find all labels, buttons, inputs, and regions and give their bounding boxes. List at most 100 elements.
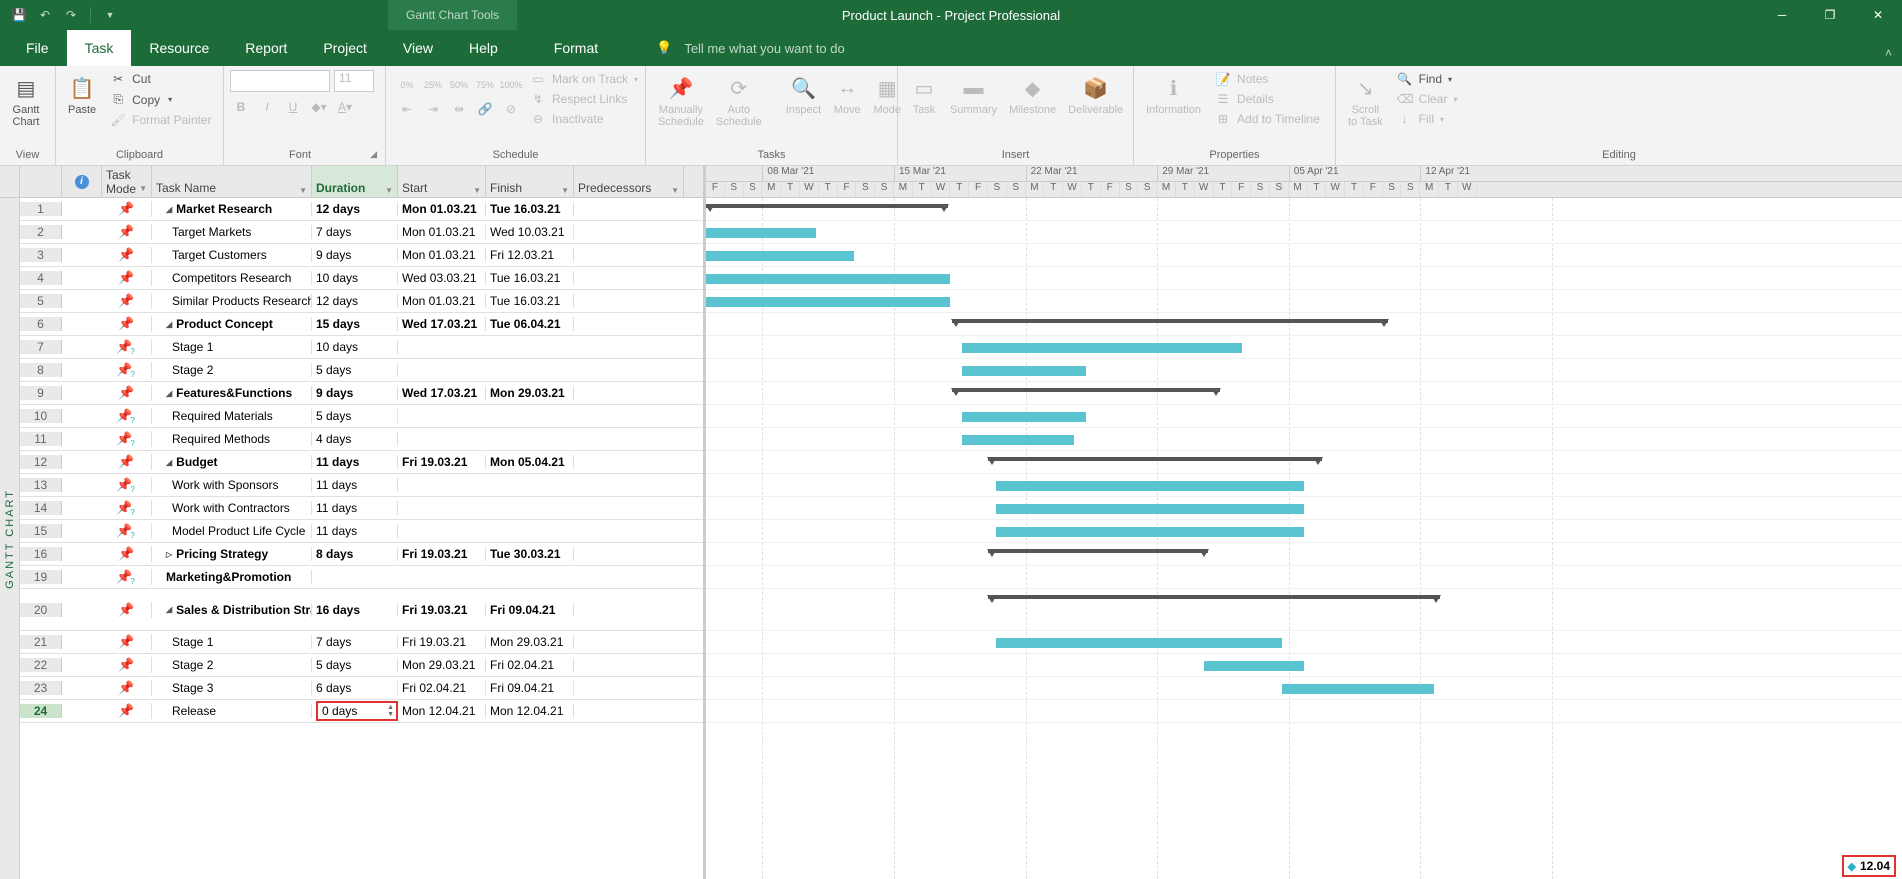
summary-bar[interactable] bbox=[952, 388, 1220, 392]
task-name-cell[interactable]: ◢Sales & Distribution Strategy bbox=[152, 603, 312, 617]
milestone-marker[interactable]: ◆12.04 bbox=[1842, 855, 1897, 877]
task-mode-cell[interactable]: 📌 bbox=[102, 247, 152, 263]
start-cell[interactable]: Fri 19.03.21 bbox=[398, 635, 486, 649]
mark-on-track-button[interactable]: ▭Mark on Track▾ bbox=[526, 70, 642, 88]
finish-cell[interactable]: Mon 05.04.21 bbox=[486, 455, 574, 469]
duration-cell[interactable]: 5 days bbox=[312, 658, 398, 672]
task-name-cell[interactable]: Work with Contractors bbox=[152, 501, 312, 515]
notes-button[interactable]: 📝Notes bbox=[1211, 70, 1324, 88]
row-number[interactable]: 22 bbox=[20, 658, 62, 672]
finish-cell[interactable]: Wed 10.03.21 bbox=[486, 225, 574, 239]
duration-cell[interactable]: 7 days bbox=[312, 225, 398, 239]
predecessors-column-header[interactable]: Predecessors▼ bbox=[574, 166, 684, 197]
row-number[interactable]: 19 bbox=[20, 570, 62, 584]
table-row[interactable]: 7📌Stage 110 days bbox=[20, 336, 703, 359]
duration-cell[interactable]: 11 days bbox=[312, 455, 398, 469]
row-number[interactable]: 1 bbox=[20, 202, 62, 216]
task-name-cell[interactable]: Work with Sponsors bbox=[152, 478, 312, 492]
deliverable-button[interactable]: 📦Deliverable bbox=[1062, 70, 1129, 120]
task-mode-cell[interactable]: 📌 bbox=[102, 703, 152, 719]
task-bar[interactable] bbox=[996, 527, 1304, 537]
duration-cell[interactable]: 5 days bbox=[312, 363, 398, 377]
pct-100-icon[interactable]: 100% bbox=[500, 74, 522, 96]
task-mode-cell[interactable]: 📌 bbox=[102, 454, 152, 470]
duration-cell[interactable]: 6 days bbox=[312, 681, 398, 695]
task-mode-cell[interactable]: 📌 bbox=[102, 316, 152, 332]
row-number[interactable]: 14 bbox=[20, 501, 62, 515]
outline-toggle-icon[interactable]: ◢ bbox=[166, 320, 172, 329]
tab-view[interactable]: View bbox=[385, 30, 451, 66]
duration-cell[interactable]: 7 days bbox=[312, 635, 398, 649]
task-mode-cell[interactable]: 📌 bbox=[102, 569, 152, 585]
summary-bar[interactable] bbox=[706, 204, 948, 208]
start-cell[interactable]: Mon 01.03.21 bbox=[398, 248, 486, 262]
task-bar[interactable] bbox=[706, 251, 854, 261]
task-bar[interactable] bbox=[706, 297, 950, 307]
duration-cell[interactable]: 16 days bbox=[312, 603, 398, 617]
outdent-icon[interactable]: ⇤ bbox=[396, 98, 418, 120]
tab-task[interactable]: Task bbox=[67, 30, 132, 66]
details-button[interactable]: ☰Details bbox=[1211, 90, 1324, 108]
duration-cell[interactable]: 15 days bbox=[312, 317, 398, 331]
start-cell[interactable]: Mon 01.03.21 bbox=[398, 294, 486, 308]
collapse-ribbon-icon[interactable]: ˄ bbox=[1885, 46, 1892, 60]
task-name-cell[interactable]: ◢Product Concept bbox=[152, 317, 312, 331]
duration-cell[interactable]: 11 days bbox=[312, 478, 398, 492]
spinner-up-icon[interactable]: ▲ bbox=[387, 704, 394, 711]
task-name-cell[interactable]: Release bbox=[152, 704, 312, 718]
task-button[interactable]: ▭Task bbox=[904, 70, 944, 120]
inspect-button[interactable]: 🔍Inspect bbox=[780, 70, 827, 120]
qat-customize-icon[interactable]: ▼ bbox=[99, 4, 121, 26]
duration-cell[interactable]: 12 days bbox=[312, 294, 398, 308]
start-cell[interactable]: Mon 29.03.21 bbox=[398, 658, 486, 672]
respect-links-button[interactable]: ↯Respect Links bbox=[526, 90, 642, 108]
task-bar[interactable] bbox=[1204, 661, 1304, 671]
start-cell[interactable]: Fri 19.03.21 bbox=[398, 603, 486, 617]
finish-cell[interactable]: Mon 29.03.21 bbox=[486, 386, 574, 400]
split-icon[interactable]: ⇹ bbox=[448, 98, 470, 120]
summary-bar[interactable] bbox=[988, 595, 1440, 599]
row-number[interactable]: 16 bbox=[20, 547, 62, 561]
minimize-button[interactable]: ─ bbox=[1758, 0, 1806, 30]
table-row[interactable]: 15📌Model Product Life Cycle11 days bbox=[20, 520, 703, 543]
table-row[interactable]: 16📌▷Pricing Strategy8 daysFri 19.03.21Tu… bbox=[20, 543, 703, 566]
bold-button[interactable]: B bbox=[230, 96, 252, 118]
table-row[interactable]: 11📌Required Methods4 days bbox=[20, 428, 703, 451]
tab-file[interactable]: File bbox=[8, 30, 67, 66]
duration-cell[interactable]: 11 days bbox=[312, 524, 398, 538]
spinner-down-icon[interactable]: ▼ bbox=[387, 711, 394, 718]
task-bar[interactable] bbox=[996, 504, 1304, 514]
table-row[interactable]: 20📌◢Sales & Distribution Strategy16 days… bbox=[20, 589, 703, 631]
finish-cell[interactable]: Tue 16.03.21 bbox=[486, 202, 574, 216]
gantt-chart-area[interactable]: ◆12.04 bbox=[706, 198, 1902, 879]
task-mode-cell[interactable]: 📌 bbox=[102, 523, 152, 539]
font-size-combo[interactable]: 11 bbox=[334, 70, 374, 92]
table-row[interactable]: 12📌◢Budget11 daysFri 19.03.21Mon 05.04.2… bbox=[20, 451, 703, 474]
clear-button[interactable]: ⌫Clear▾ bbox=[1393, 90, 1462, 108]
task-mode-cell[interactable]: 📌 bbox=[102, 270, 152, 286]
task-name-cell[interactable]: ▷Pricing Strategy bbox=[152, 547, 312, 561]
finish-cell[interactable]: Fri 09.04.21 bbox=[486, 603, 574, 617]
task-mode-cell[interactable]: 📌 bbox=[102, 224, 152, 240]
undo-icon[interactable]: ↶ bbox=[34, 4, 56, 26]
task-bar[interactable] bbox=[962, 412, 1086, 422]
finish-cell[interactable]: Fri 02.04.21 bbox=[486, 658, 574, 672]
tab-help[interactable]: Help bbox=[451, 30, 516, 66]
task-name-cell[interactable]: Required Methods bbox=[152, 432, 312, 446]
table-row[interactable]: 9📌◢Features&Functions9 daysWed 17.03.21M… bbox=[20, 382, 703, 405]
outline-toggle-icon[interactable]: ◢ bbox=[166, 458, 172, 467]
task-mode-cell[interactable]: 📌 bbox=[102, 362, 152, 378]
outline-toggle-icon[interactable]: ◢ bbox=[166, 389, 172, 398]
duration-edit-input[interactable]: 0 days▲▼ bbox=[316, 701, 398, 721]
duration-cell[interactable]: 9 days bbox=[312, 386, 398, 400]
task-name-cell[interactable]: Stage 2 bbox=[152, 363, 312, 377]
dialog-launcher-icon[interactable]: ◢ bbox=[370, 149, 377, 160]
table-row[interactable]: 5📌Similar Products Research12 daysMon 01… bbox=[20, 290, 703, 313]
indent-icon[interactable]: ⇥ bbox=[422, 98, 444, 120]
duration-cell[interactable]: 8 days bbox=[312, 547, 398, 561]
start-cell[interactable]: Mon 12.04.21 bbox=[398, 704, 486, 718]
table-row[interactable]: 3📌Target Customers9 daysMon 01.03.21Fri … bbox=[20, 244, 703, 267]
cut-button[interactable]: ✂Cut bbox=[106, 70, 215, 88]
start-cell[interactable]: Fri 19.03.21 bbox=[398, 547, 486, 561]
unlink-icon[interactable]: ⊘ bbox=[500, 98, 522, 120]
